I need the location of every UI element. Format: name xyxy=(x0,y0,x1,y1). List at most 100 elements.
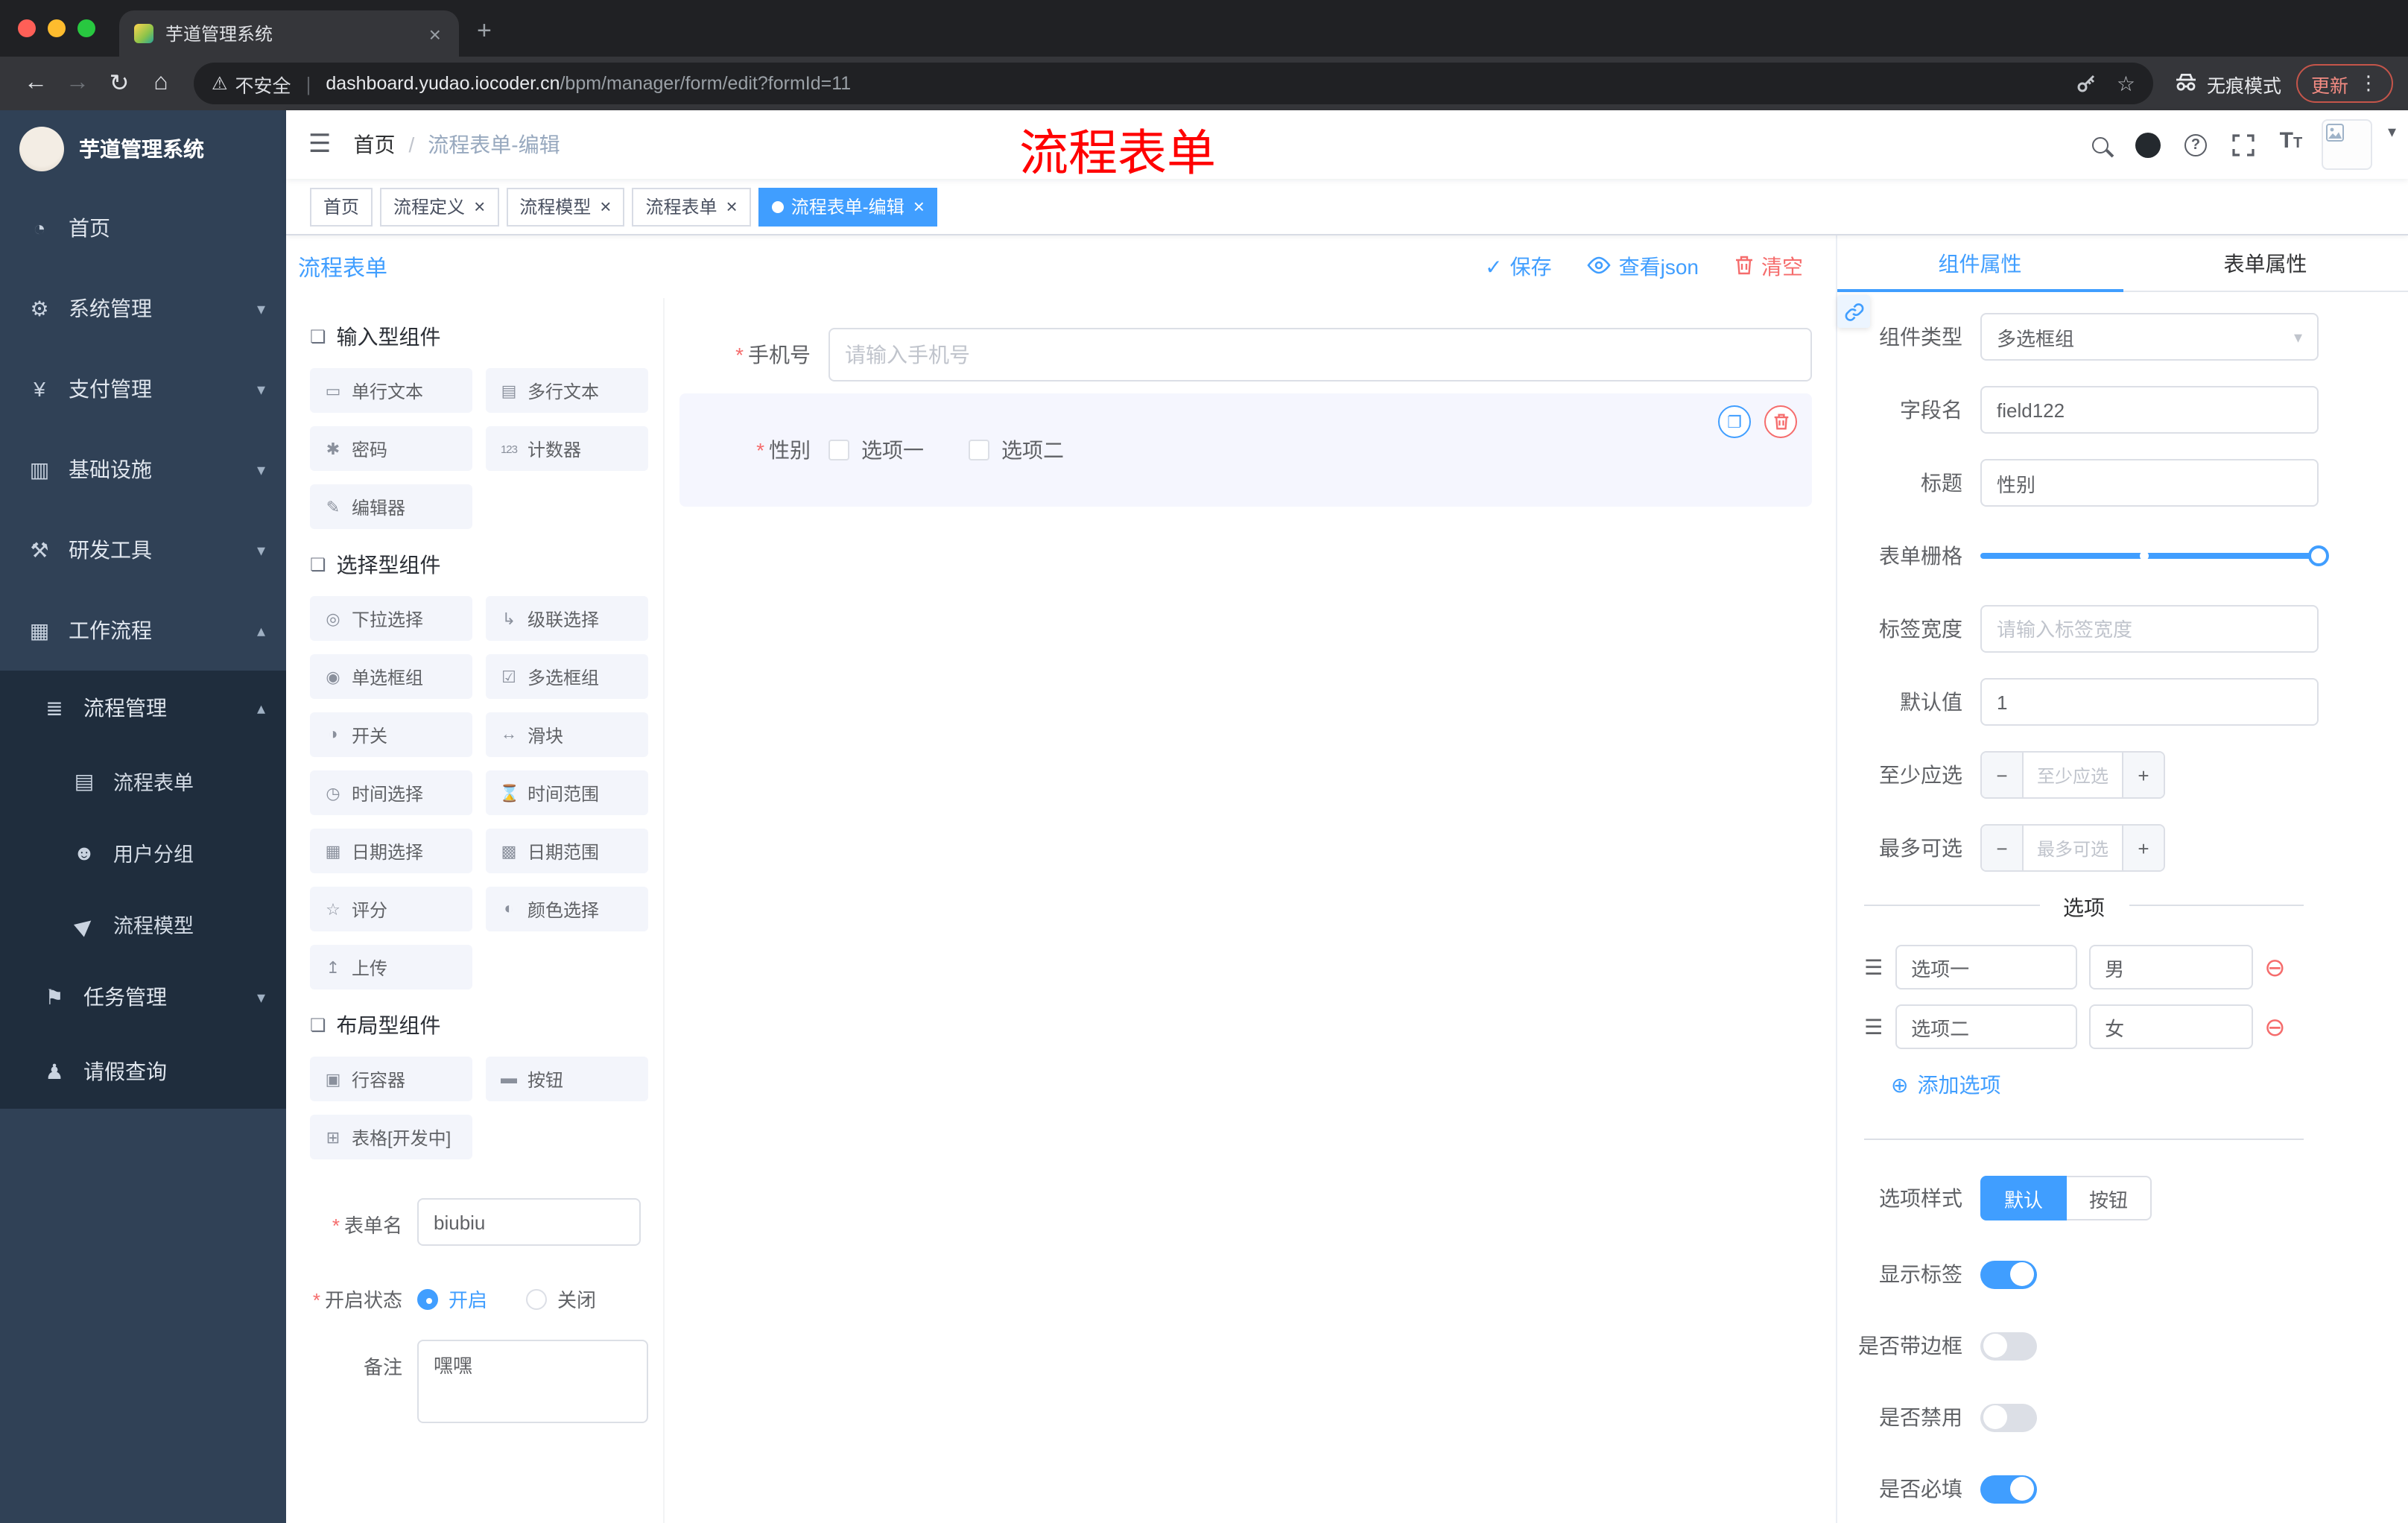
search-icon[interactable] xyxy=(2084,128,2117,161)
sidebar-logo[interactable]: 芋道管理系统 xyxy=(0,110,286,188)
tab-close-icon[interactable]: × xyxy=(913,195,925,218)
sidebar-item-user-group[interactable]: ☻ 用户分组 xyxy=(0,817,286,888)
component-time-range[interactable]: ⌛ 时间范围 xyxy=(486,770,648,815)
bookmark-star-icon[interactable]: ☆ xyxy=(2117,71,2135,96)
max-select-value[interactable]: 最多可选 xyxy=(2024,826,2122,870)
caret-down-icon[interactable]: ▾ xyxy=(2388,122,2396,142)
tab-process-form-edit[interactable]: 流程表单-编辑 × xyxy=(758,187,938,226)
sidebar-item-leave-query[interactable]: ♟ 请假查询 xyxy=(0,1034,286,1109)
component-password[interactable]: ✱ 密码 xyxy=(310,426,472,471)
component-checkbox-group[interactable]: ☑ 多选框组 xyxy=(486,654,648,699)
component-date-picker[interactable]: ▦ 日期选择 xyxy=(310,829,472,873)
sidebar-item-payment-management[interactable]: ¥ 支付管理 ▾ xyxy=(0,349,286,429)
phone-field[interactable]: 手机号 xyxy=(679,328,1812,381)
tab-close-icon[interactable]: × xyxy=(474,195,485,218)
copy-widget-button[interactable]: ❐ xyxy=(1718,405,1751,438)
sidebar-item-workflow[interactable]: ▦ 工作流程 ▴ xyxy=(0,590,286,671)
option-2-value-input[interactable] xyxy=(2088,1004,2253,1049)
tab-close-icon[interactable]: × xyxy=(426,22,444,45)
decrease-button[interactable]: − xyxy=(1982,826,2024,870)
tab-process-model[interactable]: 流程模型 × xyxy=(506,187,625,226)
option-2-name-input[interactable] xyxy=(1895,1004,2077,1049)
sidebar-item-process-form[interactable]: ▤ 流程表单 xyxy=(0,745,286,817)
title-input[interactable] xyxy=(1980,459,2319,507)
sidebar-item-system-management[interactable]: ⚙ 系统管理 ▾ xyxy=(0,268,286,349)
fullscreen-icon[interactable] xyxy=(2227,128,2260,161)
min-select-value[interactable]: 至少应选 xyxy=(2024,753,2122,797)
link-icon[interactable] xyxy=(1837,295,1870,328)
component-counter[interactable]: 123 计数器 xyxy=(486,426,648,471)
minimize-window-button[interactable] xyxy=(48,19,66,37)
component-single-line-text[interactable]: ▭ 单行文本 xyxy=(310,368,472,413)
checkbox-option-1[interactable]: 选项一 xyxy=(828,435,924,465)
field-name-input[interactable] xyxy=(1980,386,2319,434)
component-color-picker[interactable]: ◐ 颜色选择 xyxy=(486,887,648,931)
hamburger-icon[interactable]: ☰ xyxy=(286,130,354,159)
tab-component-properties[interactable]: 组件属性 xyxy=(1837,235,2123,292)
border-switch[interactable] xyxy=(1980,1332,2037,1360)
increase-button[interactable]: + xyxy=(2122,753,2164,797)
sidebar-item-process-model[interactable]: ▶ 流程模型 xyxy=(0,888,286,960)
option-style-default-button[interactable]: 默认 xyxy=(1980,1176,2068,1220)
help-icon[interactable]: ? xyxy=(2179,128,2212,161)
kebab-menu-icon[interactable]: ⋮ xyxy=(2359,72,2378,95)
option-1-name-input[interactable] xyxy=(1895,945,2077,990)
browser-update-button[interactable]: 更新 ⋮ xyxy=(2295,64,2393,103)
sidebar-item-task-management[interactable]: ⚑ 任务管理 ▾ xyxy=(0,960,286,1034)
tab-form-properties[interactable]: 表单属性 xyxy=(2123,235,2408,291)
label-width-input[interactable] xyxy=(1980,605,2319,653)
address-bar[interactable]: ⚠ 不安全 | dashboard.yudao.iocoder.cn/bpm/m… xyxy=(194,63,2153,104)
tab-close-icon[interactable]: × xyxy=(726,195,738,218)
breadcrumb-home[interactable]: 首页 xyxy=(354,130,396,159)
remove-option-icon[interactable]: ⊖ xyxy=(2264,1014,2286,1039)
component-cascader[interactable]: ↳ 级联选择 xyxy=(486,596,648,641)
home-button[interactable]: ⌂ xyxy=(140,63,182,104)
sidebar-item-dev-tools[interactable]: ⚒ 研发工具 ▾ xyxy=(0,510,286,590)
component-multi-line-text[interactable]: ▤ 多行文本 xyxy=(486,368,648,413)
component-table[interactable]: ⊞ 表格[开发中] xyxy=(310,1115,472,1159)
back-button[interactable]: ← xyxy=(15,63,57,104)
component-radio-group[interactable]: ◉ 单选框组 xyxy=(310,654,472,699)
sidebar-item-home[interactable]: ◔ 首页 xyxy=(0,188,286,268)
tab-home[interactable]: 首页 xyxy=(310,187,373,226)
phone-input[interactable] xyxy=(828,328,1812,381)
remark-textarea[interactable]: 嘿嘿 xyxy=(417,1340,648,1423)
browser-tab[interactable]: 芋道管理系统 × xyxy=(119,10,459,57)
component-rate[interactable]: ☆ 评分 xyxy=(310,887,472,931)
remove-option-icon[interactable]: ⊖ xyxy=(2264,954,2286,980)
default-value-input[interactable] xyxy=(1980,678,2319,726)
show-label-switch[interactable] xyxy=(1980,1260,2037,1288)
option-style-button-button[interactable]: 按钮 xyxy=(2067,1176,2152,1220)
github-icon[interactable] xyxy=(2132,128,2164,161)
new-tab-button[interactable]: + xyxy=(477,16,492,46)
slider-track[interactable] xyxy=(1980,545,2329,566)
password-key-icon[interactable] xyxy=(2076,73,2097,94)
save-button[interactable]: ✓ 保存 xyxy=(1485,252,1551,282)
tab-close-icon[interactable]: × xyxy=(600,195,611,218)
font-size-icon[interactable]: TT xyxy=(2275,128,2307,161)
drag-handle-icon[interactable]: ☰ xyxy=(1864,954,1883,980)
option-1-value-input[interactable] xyxy=(2088,945,2253,990)
form-grid-slider[interactable] xyxy=(1980,532,2329,580)
component-button[interactable]: ▬ 按钮 xyxy=(486,1057,648,1101)
avatar[interactable] xyxy=(2322,119,2373,170)
delete-widget-button[interactable] xyxy=(1764,405,1797,438)
form-name-input[interactable] xyxy=(417,1198,641,1246)
decrease-button[interactable]: − xyxy=(1982,753,2024,797)
add-option-button[interactable]: ⊕ 添加选项 xyxy=(1891,1070,2319,1100)
component-slider[interactable]: ↔ 滑块 xyxy=(486,712,648,757)
status-radio-off[interactable]: 关闭 xyxy=(526,1285,596,1313)
status-radio-on[interactable]: 开启 xyxy=(417,1285,487,1313)
required-switch[interactable] xyxy=(1980,1475,2037,1503)
component-date-range[interactable]: ▩ 日期范围 xyxy=(486,829,648,873)
checkbox-box[interactable] xyxy=(969,440,989,460)
component-type-select[interactable]: 多选框组 ▾ xyxy=(1980,313,2319,361)
slider-handle[interactable] xyxy=(2308,545,2329,566)
disabled-switch[interactable] xyxy=(1980,1403,2037,1431)
tab-process-form[interactable]: 流程表单 × xyxy=(632,187,751,226)
clear-button[interactable]: 清空 xyxy=(1734,252,1803,282)
sidebar-item-infrastructure[interactable]: ▥ 基础设施 ▾ xyxy=(0,429,286,510)
component-time-picker[interactable]: ◷ 时间选择 xyxy=(310,770,472,815)
checkbox-option-2[interactable]: 选项二 xyxy=(969,435,1064,465)
reload-button[interactable]: ↻ xyxy=(98,63,140,104)
